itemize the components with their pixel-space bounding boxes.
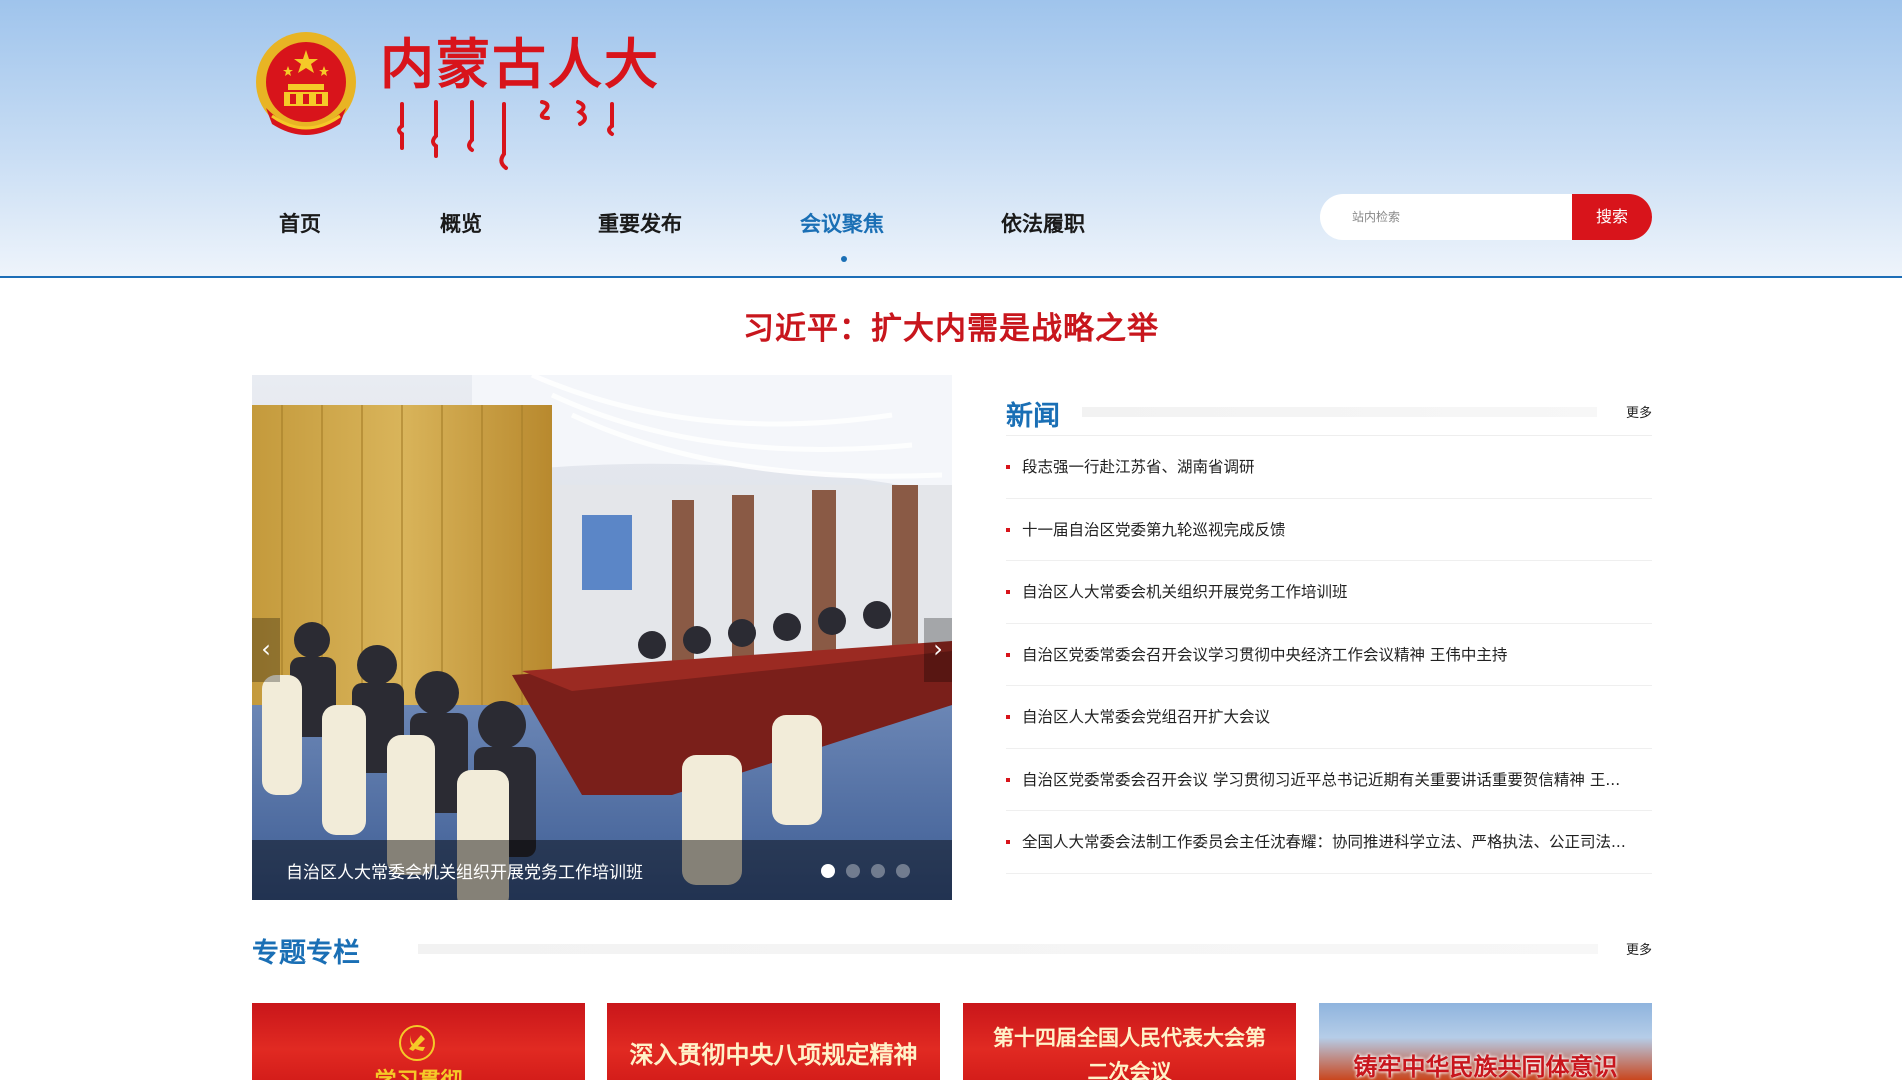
carousel-dot-2[interactable] (846, 864, 860, 878)
news-item-text: 段志强一行赴江苏省、湖南省调研 (1022, 458, 1255, 476)
banner-text: 深入贯彻中央八项规定精神 (629, 1040, 918, 1069)
news-item[interactable]: 十一届自治区党委第九轮巡视完成反馈 (1006, 499, 1652, 561)
site-logo-title[interactable]: 内蒙古人大 (380, 20, 660, 99)
party-emblem-icon (399, 1025, 435, 1061)
news-list: 段志强一行赴江苏省、湖南省调研 十一届自治区党委第九轮巡视完成反馈 自治区人大常… (1006, 436, 1652, 874)
carousel-caption[interactable]: 自治区人大常委会机关组织开展党务工作培训班 (286, 858, 643, 883)
special-header-divider (418, 944, 1598, 954)
carousel-dot-3[interactable] (871, 864, 885, 878)
news-item[interactable]: 自治区党委常委会召开会议学习贯彻中央经济工作会议精神 王伟中主持 (1006, 624, 1652, 686)
carousel-next-arrow-icon[interactable]: › (924, 618, 952, 682)
nav-item-overview[interactable]: 概览 (440, 208, 482, 238)
news-item[interactable]: 自治区党委常委会召开会议 学习贯彻习近平总书记近期有关重要讲话重要贺信精神 王.… (1006, 749, 1652, 811)
news-item[interactable]: 自治区人大常委会机关组织开展党务工作培训班 (1006, 561, 1652, 624)
site-search: 搜索 (1320, 194, 1652, 240)
carousel-pagination (810, 863, 910, 882)
news-item-text: 自治区党委常委会召开会议 学习贯彻习近平总书记近期有关重要讲话重要贺信精神 王.… (1022, 770, 1621, 789)
bullet-icon (1006, 465, 1010, 469)
bullet-icon (1006, 590, 1010, 594)
carousel-dot-1[interactable] (821, 864, 835, 878)
mongolian-script-logo (397, 100, 614, 170)
carousel-photo (252, 375, 952, 900)
banner-text: 铸牢中华民族共同体意识 (1353, 1052, 1618, 1080)
news-section: 新闻 更多 段志强一行赴江苏省、湖南省调研 十一届自治区党委第九轮巡视完成反馈 … (1006, 390, 1652, 874)
special-banners: 学习贯彻 深入贯彻中央八项规定精神 第十四届全国人民代表大会第二次会议 铸牢中华… (252, 1003, 1652, 1080)
nav-item-meetings[interactable]: 会议聚焦 (800, 208, 884, 238)
photo-carousel[interactable]: ‹ › 自治区人大常委会机关组织开展党务工作培训班 (252, 375, 952, 900)
bullet-icon (1006, 777, 1010, 782)
site-header: 内蒙古人大 首页 概览 重要发布 会议聚焦 依法履职 搜索 (0, 0, 1902, 278)
banner-text: 第十四届全国人民代表大会第二次会议 (993, 1025, 1266, 1080)
banner-study[interactable]: 学习贯彻 (252, 1003, 585, 1080)
news-more-link[interactable]: 更多 (1626, 402, 1652, 421)
news-item-text: 全国人大常委会法制工作委员会主任沈春耀：协同推进科学立法、严格执法、公正司法..… (1022, 833, 1626, 851)
news-item[interactable]: 全国人大常委会法制工作委员会主任沈春耀：协同推进科学立法、严格执法、公正司法..… (1006, 811, 1652, 874)
news-title: 新闻 (1006, 401, 1060, 432)
search-button[interactable]: 搜索 (1572, 194, 1652, 240)
nav-item-releases[interactable]: 重要发布 (598, 208, 682, 238)
news-item[interactable]: 自治区人大常委会党组召开扩大会议 (1006, 686, 1652, 749)
national-emblem-icon[interactable] (252, 30, 360, 146)
carousel-prev-arrow-icon[interactable]: ‹ (252, 618, 280, 682)
banner-npc-session[interactable]: 第十四届全国人民代表大会第二次会议 (963, 1003, 1296, 1080)
news-item-text: 自治区人大常委会党组召开扩大会议 (1022, 708, 1271, 726)
nav-item-duties[interactable]: 依法履职 (1001, 208, 1085, 238)
nav-item-home[interactable]: 首页 (279, 208, 321, 238)
carousel-dot-4[interactable] (896, 864, 910, 878)
banner-eight-rules[interactable]: 深入贯彻中央八项规定精神 (607, 1003, 940, 1080)
search-input[interactable] (1320, 194, 1572, 240)
bullet-icon (1006, 527, 1010, 532)
banner-national-unity[interactable]: 铸牢中华民族共同体意识 (1319, 1003, 1652, 1080)
news-item-text: 自治区人大常委会机关组织开展党务工作培训班 (1022, 583, 1348, 601)
top-headline[interactable]: 习近平：扩大内需是战略之举 (0, 303, 1902, 348)
news-header-divider (1082, 407, 1597, 417)
news-item[interactable]: 段志强一行赴江苏省、湖南省调研 (1006, 436, 1652, 499)
bullet-icon (1006, 715, 1010, 719)
bullet-icon (1006, 652, 1010, 657)
news-header: 新闻 更多 (1006, 390, 1652, 436)
banner-text: 学习贯彻 (252, 1063, 585, 1080)
news-item-text: 自治区党委常委会召开会议学习贯彻中央经济工作会议精神 王伟中主持 (1022, 645, 1508, 664)
special-columns-section: 专题专栏 更多 (252, 927, 1652, 973)
special-title: 专题专栏 (252, 938, 360, 969)
news-item-text: 十一届自治区党委第九轮巡视完成反馈 (1022, 520, 1286, 539)
special-header: 专题专栏 更多 (252, 927, 1652, 973)
active-nav-indicator (841, 256, 847, 262)
special-more-link[interactable]: 更多 (1626, 939, 1652, 958)
bullet-icon (1006, 840, 1010, 844)
carousel-caption-bar: 自治区人大常委会机关组织开展党务工作培训班 (252, 840, 952, 900)
